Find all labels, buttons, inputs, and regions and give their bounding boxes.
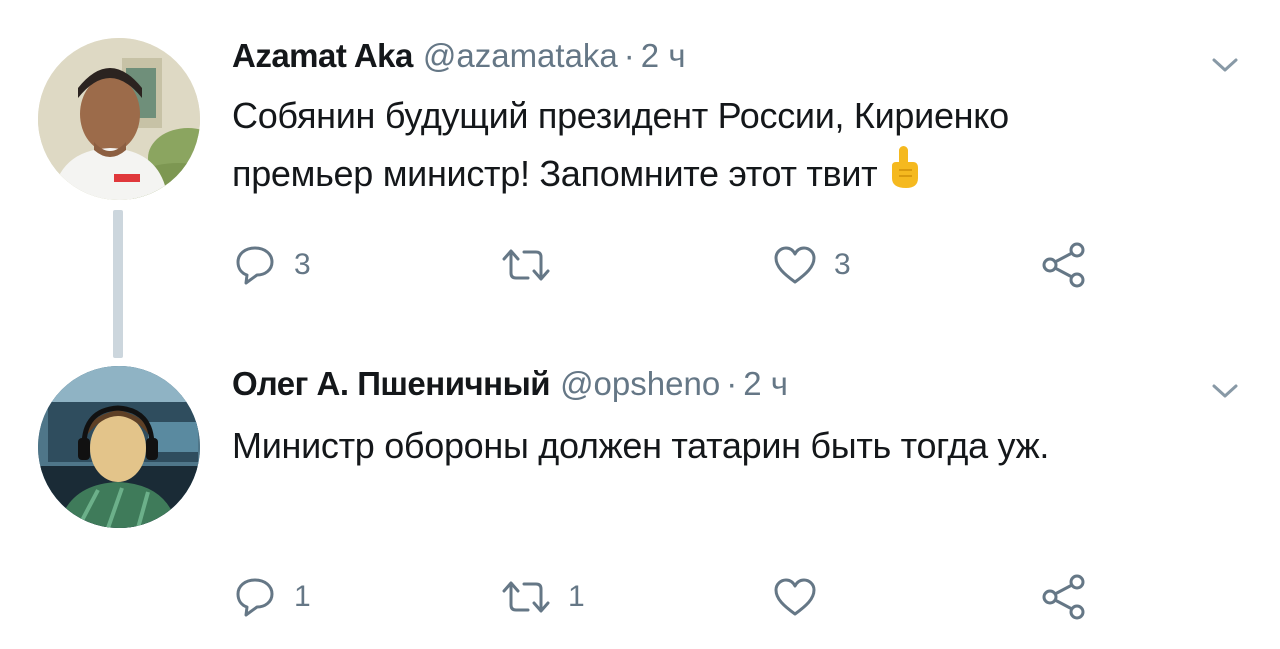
retweet-icon <box>502 249 550 281</box>
point-up-emoji-icon <box>887 144 921 206</box>
reply-count: 3 <box>294 248 311 281</box>
share-button[interactable] <box>1040 572 1088 622</box>
display-name[interactable]: Олег А. Пшеничный <box>232 364 551 404</box>
retweet-icon <box>502 581 550 613</box>
like-button[interactable] <box>772 572 834 622</box>
reply-count: 1 <box>294 580 311 613</box>
tweet-text-line-content: премьер министр! Запомните этот твит <box>232 153 878 194</box>
retweet-count: 1 <box>568 580 585 613</box>
reply-icon <box>236 578 274 617</box>
like-count: 3 <box>834 248 851 281</box>
tweet-text: Собянин будущий президент России, Кириен… <box>232 88 1232 206</box>
chevron-down-icon[interactable] <box>1208 48 1242 82</box>
separator-dot: · <box>726 365 738 402</box>
tweet-text-line: Собянин будущий президент России, Кириен… <box>232 95 1009 136</box>
avatar[interactable] <box>38 366 200 528</box>
reply-icon <box>236 246 274 285</box>
tweet-header: Олег А. Пшеничный @opsheno · 2 ч <box>232 364 788 404</box>
tweet-header: Azamat Aka @azamataka · 2 ч <box>232 36 686 76</box>
timestamp[interactable]: 2 ч <box>743 364 788 404</box>
tweet-text: Министр обороны должен татарин быть тогд… <box>232 418 1232 474</box>
user-handle[interactable]: @opsheno <box>560 364 720 404</box>
separator-dot: · <box>623 37 635 74</box>
reply-button[interactable]: 3 <box>232 240 311 290</box>
retweet-button[interactable]: 1 <box>500 572 585 622</box>
reply-button[interactable]: 1 <box>232 572 311 622</box>
thread-connector <box>113 210 123 358</box>
tweet[interactable]: Олег А. Пшеничный @opsheno · 2 ч Министр… <box>0 350 1280 649</box>
heart-icon <box>774 578 816 616</box>
share-button[interactable] <box>1040 240 1088 290</box>
tweet-text-line: премьер министр! Запомните этот твит <box>232 144 1232 206</box>
timestamp[interactable]: 2 ч <box>641 36 686 76</box>
share-icon <box>1042 242 1085 288</box>
tweet-text-line: Министр обороны должен татарин быть тогд… <box>232 425 1050 466</box>
chevron-down-icon[interactable] <box>1208 374 1242 408</box>
user-photo-icon <box>38 38 200 200</box>
retweet-button[interactable] <box>500 240 568 290</box>
user-handle[interactable]: @azamataka <box>423 36 618 76</box>
share-icon <box>1042 574 1085 620</box>
heart-icon <box>774 246 816 284</box>
tweet[interactable]: Azamat Aka @azamataka · 2 ч Собянин буду… <box>0 0 1280 358</box>
user-photo-icon <box>38 366 200 528</box>
display-name[interactable]: Azamat Aka <box>232 36 413 76</box>
like-button[interactable]: 3 <box>772 240 851 290</box>
avatar[interactable] <box>38 38 200 200</box>
